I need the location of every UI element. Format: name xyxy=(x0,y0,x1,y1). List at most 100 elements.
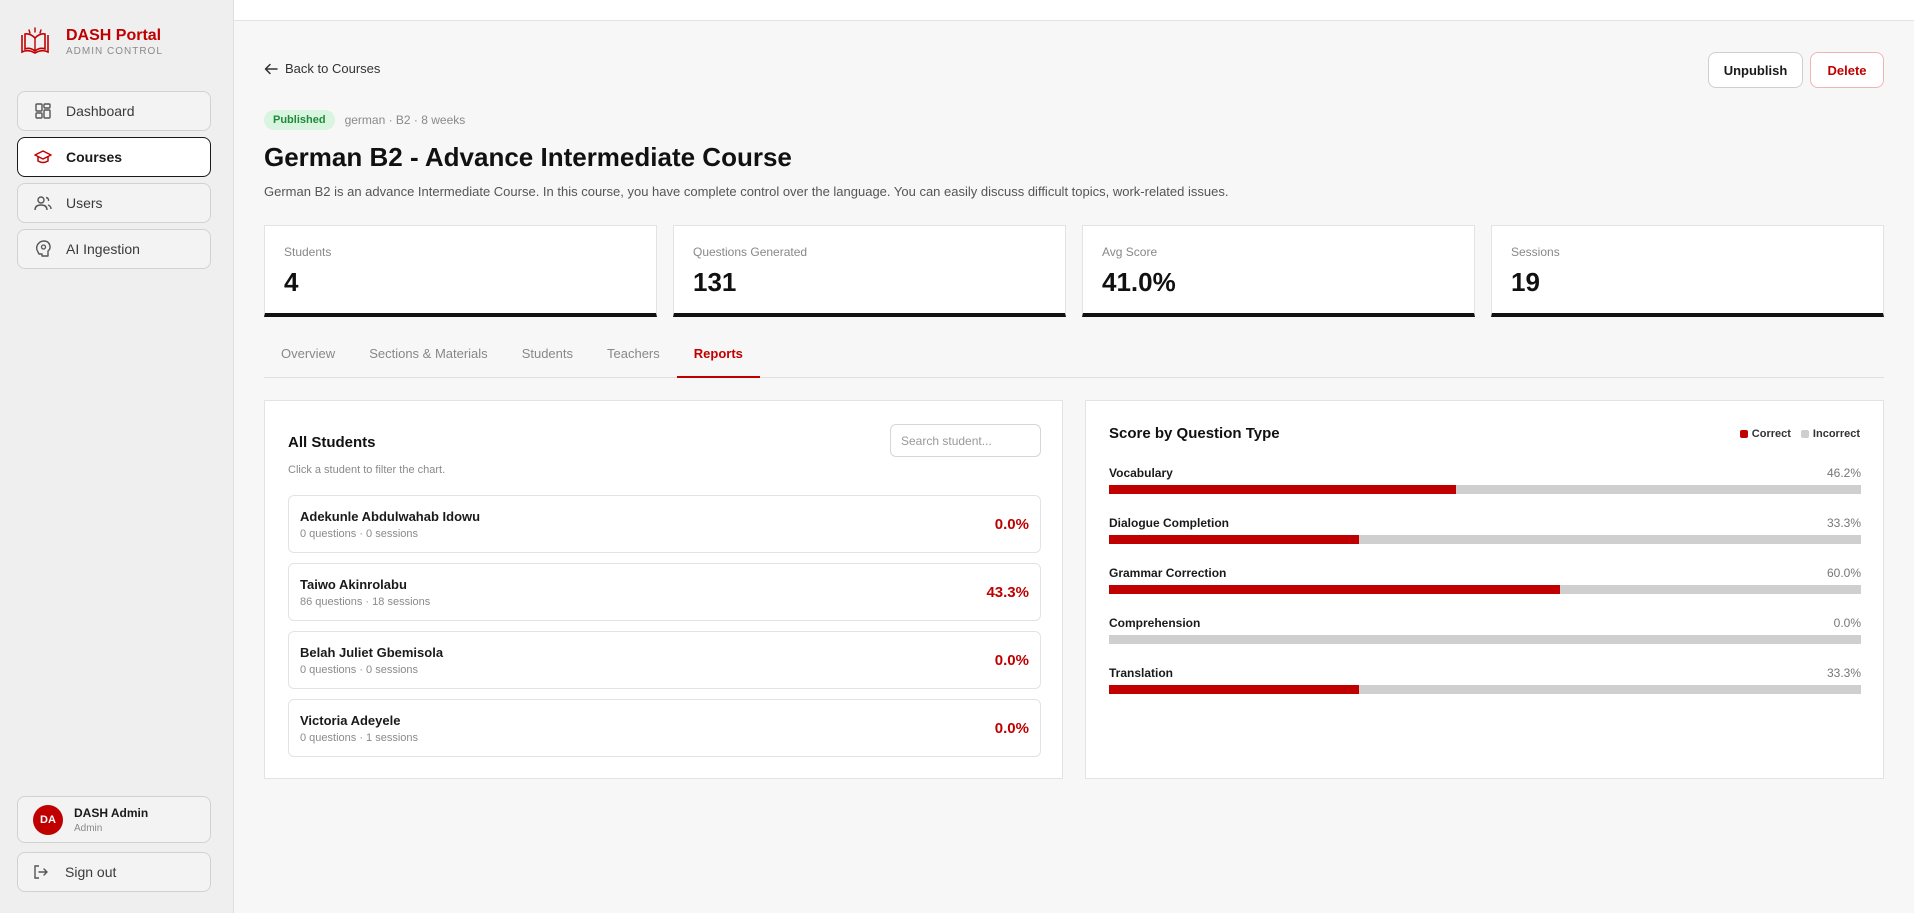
users-icon xyxy=(34,194,52,212)
back-to-courses-link[interactable]: Back to Courses xyxy=(264,61,380,76)
stat-card-avg-score: Avg Score 41.0% xyxy=(1082,225,1475,317)
stat-value: 41.0% xyxy=(1102,267,1176,297)
student-stats: 86 questions · 18 sessions xyxy=(300,595,431,608)
bar-track xyxy=(1109,535,1861,544)
sidebar-item-label: Courses xyxy=(66,149,123,165)
sidebar-item-ai-ingestion[interactable]: AI Ingestion xyxy=(17,229,211,269)
stat-label: Students xyxy=(284,245,332,259)
user-card[interactable]: DA DASH Admin Admin xyxy=(17,796,211,843)
course-meta-text: german · B2 · 8 weeks xyxy=(344,113,466,127)
course-tabs: Overview Sections & Materials Students T… xyxy=(264,346,1884,378)
sidebar-nav: Dashboard Courses Users AI Ingestion xyxy=(17,91,211,275)
delete-button[interactable]: Delete xyxy=(1810,52,1884,88)
student-name: Belah Juliet Gbemisola xyxy=(300,644,444,660)
dashboard-icon xyxy=(34,102,52,120)
bar-track xyxy=(1109,635,1861,644)
bar-fill xyxy=(1109,485,1457,494)
bar-value-label: 33.3% xyxy=(1826,666,1861,680)
brand[interactable]: DASH Portal ADMIN CONTROL xyxy=(18,25,163,59)
user-role: Admin xyxy=(74,822,103,834)
tab-students[interactable]: Students xyxy=(505,346,590,378)
unpublish-button[interactable]: Unpublish xyxy=(1708,52,1803,88)
student-score: 43.3% xyxy=(986,583,1029,601)
stat-value: 19 xyxy=(1511,267,1540,297)
student-row[interactable]: Victoria Adeyele 0 questions · 1 session… xyxy=(288,699,1041,757)
bar-value-label: 46.2% xyxy=(1826,466,1861,480)
legend-label: Incorrect xyxy=(1812,428,1860,440)
brand-name: DASH Portal xyxy=(66,26,162,44)
stat-label: Questions Generated xyxy=(693,245,808,259)
sign-out-label: Sign out xyxy=(65,864,117,880)
score-bar-row: Vocabulary 46.2% xyxy=(1109,466,1861,494)
stat-label: Sessions xyxy=(1511,245,1560,259)
bar-label: Translation xyxy=(1109,666,1174,680)
stat-card-sessions: Sessions 19 xyxy=(1491,225,1884,317)
student-stats: 0 questions · 1 sessions xyxy=(300,731,419,744)
students-hint: Click a student to filter the chart. xyxy=(288,464,446,476)
score-by-type-panel: Score by Question Type Correct Incorrect… xyxy=(1085,400,1884,779)
avatar: DA xyxy=(33,804,63,835)
legend-swatch-incorrect xyxy=(1800,430,1809,438)
legend-correct: Correct xyxy=(1739,428,1791,440)
student-score: 0.0% xyxy=(994,719,1029,737)
open-book-logo-icon xyxy=(21,27,49,54)
student-score: 0.0% xyxy=(994,651,1029,669)
ai-brain-icon xyxy=(34,240,52,258)
tab-teachers[interactable]: Teachers xyxy=(590,346,677,378)
arrow-left-icon xyxy=(264,63,278,75)
bar-value-label: 60.0% xyxy=(1826,566,1861,580)
stat-label: Avg Score xyxy=(1102,245,1158,259)
tab-sections-materials[interactable]: Sections & Materials xyxy=(352,346,505,378)
bar-fill xyxy=(1109,535,1360,544)
sidebar-item-label: Dashboard xyxy=(66,103,135,119)
student-row[interactable]: Adekunle Abdulwahab Idowu 0 questions · … xyxy=(288,495,1041,553)
tab-reports[interactable]: Reports xyxy=(676,346,760,378)
student-stats: 0 questions · 0 sessions xyxy=(300,663,419,676)
status-badge: Published xyxy=(264,110,335,130)
page-title: German B2 - Advance Intermediate Course xyxy=(264,142,792,172)
bar-value-label: 0.0% xyxy=(1833,616,1861,630)
sidebar-item-dashboard[interactable]: Dashboard xyxy=(17,91,211,131)
legend-swatch-correct xyxy=(1739,430,1748,438)
sidebar-item-courses[interactable]: Courses xyxy=(17,137,211,177)
bar-fill xyxy=(1109,685,1360,694)
course-meta: Published german · B2 · 8 weeks xyxy=(264,110,465,130)
bar-label: Comprehension xyxy=(1109,616,1201,630)
score-bars: Vocabulary 46.2% Dialogue Completion 33.… xyxy=(1109,466,1861,716)
student-score: 0.0% xyxy=(994,515,1029,533)
bar-label: Vocabulary xyxy=(1109,466,1173,480)
sign-out-icon xyxy=(33,863,51,881)
back-label: Back to Courses xyxy=(285,61,381,76)
sidebar-item-users[interactable]: Users xyxy=(17,183,211,223)
bar-value-label: 33.3% xyxy=(1826,516,1861,530)
top-bar xyxy=(234,0,1914,21)
bar-track xyxy=(1109,585,1861,594)
search-student-input[interactable] xyxy=(890,424,1041,457)
stats-row: Students 4 Questions Generated 131 Avg S… xyxy=(264,225,1884,317)
graduation-cap-icon xyxy=(34,148,52,166)
student-stats: 0 questions · 0 sessions xyxy=(300,527,419,540)
bar-label: Dialogue Completion xyxy=(1109,516,1229,530)
sidebar: DASH Portal ADMIN CONTROL Dashboard Cour… xyxy=(0,0,234,913)
score-bar-row: Comprehension 0.0% xyxy=(1109,616,1861,644)
brand-subtitle: ADMIN CONTROL xyxy=(66,45,163,57)
sidebar-item-label: AI Ingestion xyxy=(66,241,140,257)
student-name: Victoria Adeyele xyxy=(300,712,401,728)
student-list: Adekunle Abdulwahab Idowu 0 questions · … xyxy=(288,495,1041,767)
score-bar-row: Grammar Correction 60.0% xyxy=(1109,566,1861,594)
bar-label: Grammar Correction xyxy=(1109,566,1227,580)
student-name: Taiwo Akinrolabu xyxy=(300,576,407,592)
stat-card-questions: Questions Generated 131 xyxy=(673,225,1066,317)
student-name: Adekunle Abdulwahab Idowu xyxy=(300,508,481,524)
legend-incorrect: Incorrect xyxy=(1800,428,1860,440)
tab-overview[interactable]: Overview xyxy=(264,346,352,378)
stat-value: 131 xyxy=(693,267,737,297)
student-row[interactable]: Taiwo Akinrolabu 86 questions · 18 sessi… xyxy=(288,563,1041,621)
chart-legend: Correct Incorrect xyxy=(1730,428,1860,440)
sidebar-item-label: Users xyxy=(66,195,103,211)
legend-label: Correct xyxy=(1751,428,1791,440)
bar-fill xyxy=(1109,585,1561,594)
sign-out-button[interactable]: Sign out xyxy=(17,852,211,892)
score-bar-row: Translation 33.3% xyxy=(1109,666,1861,694)
student-row[interactable]: Belah Juliet Gbemisola 0 questions · 0 s… xyxy=(288,631,1041,689)
